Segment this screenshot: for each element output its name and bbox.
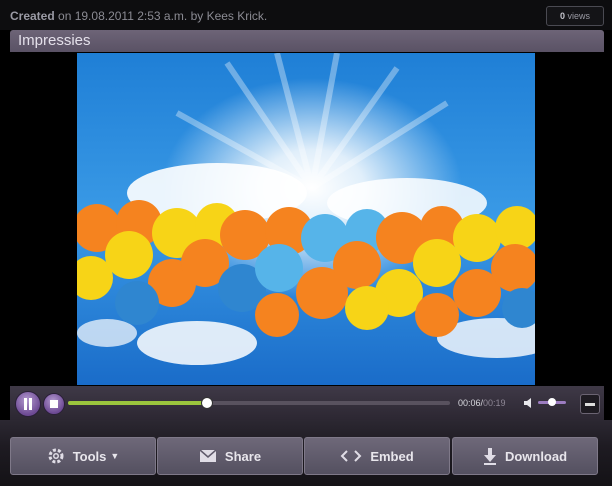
download-label: Download <box>504 448 568 464</box>
volume-handle[interactable] <box>548 398 556 406</box>
video-still-image <box>77 53 535 385</box>
video-frame[interactable] <box>77 53 535 385</box>
tools-label: Tools <box>72 448 107 464</box>
volume-icon[interactable] <box>522 396 536 410</box>
tools-button[interactable]: Tools ▼ <box>10 437 156 475</box>
pause-icon <box>24 398 32 410</box>
created-details: on 19.08.2011 2:53 a.m. by Kees Krick. <box>58 9 268 23</box>
current-time: 00:06/ <box>458 398 484 408</box>
seek-progress <box>68 401 206 405</box>
code-icon <box>340 450 362 462</box>
gear-icon <box>48 448 64 464</box>
fullscreen-button[interactable] <box>580 394 600 414</box>
embed-label: Embed <box>370 448 414 464</box>
time-display: 00:06/00:19 <box>458 398 506 408</box>
created-info: Created on 19.08.2011 2:53 a.m. by Kees … <box>10 9 267 23</box>
chevron-down-icon: ▼ <box>110 451 120 461</box>
player-controls: 00:06/00:19 <box>10 386 604 420</box>
seek-bar[interactable] <box>68 397 450 409</box>
stop-button[interactable] <box>43 393 65 415</box>
video-title-bar: Impressies <box>10 30 604 52</box>
envelope-icon <box>199 449 217 462</box>
download-button[interactable]: Download <box>452 437 598 475</box>
stop-icon <box>50 400 58 408</box>
share-button[interactable]: Share <box>157 437 303 475</box>
download-icon <box>483 448 496 465</box>
seek-handle[interactable] <box>200 397 213 409</box>
pause-button[interactable] <box>15 391 41 417</box>
total-time: 00:19 <box>483 398 506 408</box>
video-title: Impressies <box>18 32 91 49</box>
created-prefix: Created <box>10 9 55 23</box>
meta-bar: Created on 19.08.2011 2:53 a.m. by Kees … <box>0 0 612 30</box>
views-count: 0 <box>559 11 565 21</box>
embed-button[interactable]: Embed <box>304 437 450 475</box>
fullscreen-icon <box>585 403 595 406</box>
volume-slider[interactable] <box>538 398 566 406</box>
share-label: Share <box>224 448 262 464</box>
views-label: views <box>567 11 591 21</box>
views-badge: 0 views <box>546 6 604 26</box>
